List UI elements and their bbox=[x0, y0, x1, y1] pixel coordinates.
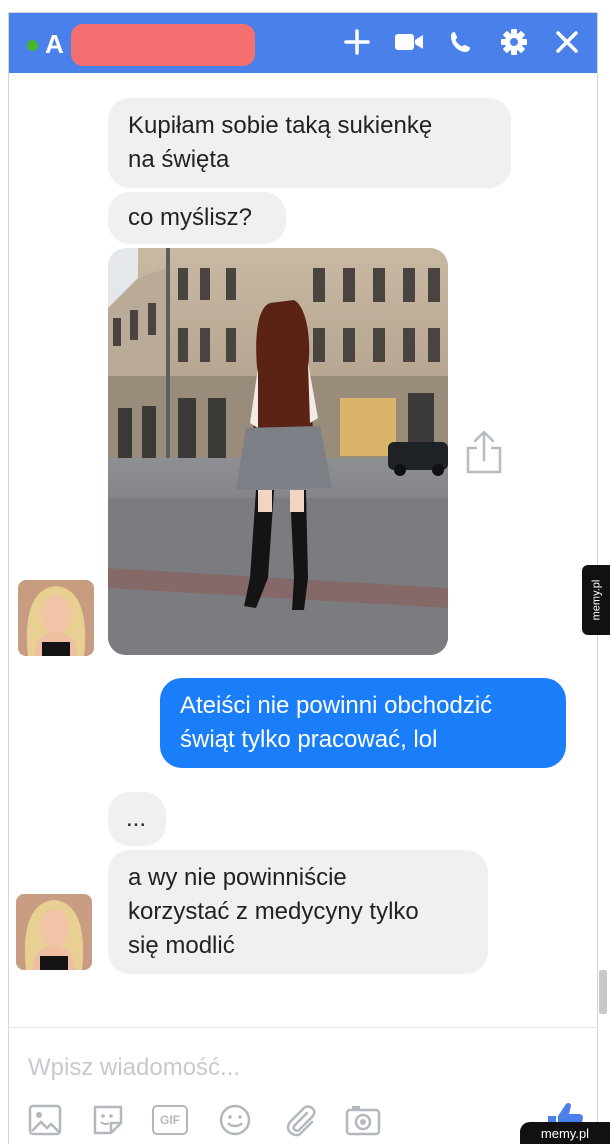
message-photo[interactable] bbox=[108, 248, 448, 655]
message-bubble: Kupiłam sobie taką sukienkę na święta bbox=[108, 98, 511, 188]
emoji-icon[interactable] bbox=[217, 1102, 253, 1138]
contact-name[interactable]: A bbox=[45, 27, 64, 61]
gear-icon[interactable] bbox=[499, 27, 529, 57]
message-bubble: ... bbox=[108, 792, 166, 846]
share-icon[interactable] bbox=[464, 428, 504, 476]
gif-icon[interactable]: GIF bbox=[152, 1102, 188, 1138]
message-bubble: a wy nie powinniście korzystać z medycyn… bbox=[108, 850, 488, 974]
plus-icon[interactable] bbox=[342, 27, 372, 57]
composer-divider bbox=[8, 1027, 598, 1028]
sticker-icon[interactable] bbox=[90, 1102, 126, 1138]
message-bubble: co myślisz? bbox=[108, 192, 286, 244]
camera-icon[interactable] bbox=[345, 1102, 381, 1138]
message-bubble-sent: Ateiści nie powinni obchodzić świąt tylk… bbox=[160, 678, 566, 768]
message-input[interactable] bbox=[28, 1054, 528, 1082]
video-camera-icon[interactable] bbox=[394, 27, 424, 57]
watermark: memy.pl bbox=[582, 565, 610, 635]
scrollbar[interactable] bbox=[599, 970, 607, 1014]
gif-label: GIF bbox=[152, 1105, 188, 1135]
attachment-icon[interactable] bbox=[282, 1102, 318, 1138]
chat-header: A bbox=[9, 13, 597, 73]
watermark-corner: memy.pl bbox=[520, 1122, 610, 1144]
image-icon[interactable] bbox=[27, 1102, 63, 1138]
name-redaction bbox=[71, 24, 255, 66]
online-status-icon bbox=[27, 40, 38, 51]
avatar[interactable] bbox=[18, 580, 94, 656]
avatar[interactable] bbox=[16, 894, 92, 970]
phone-icon[interactable] bbox=[446, 27, 476, 57]
close-icon[interactable] bbox=[552, 27, 582, 57]
